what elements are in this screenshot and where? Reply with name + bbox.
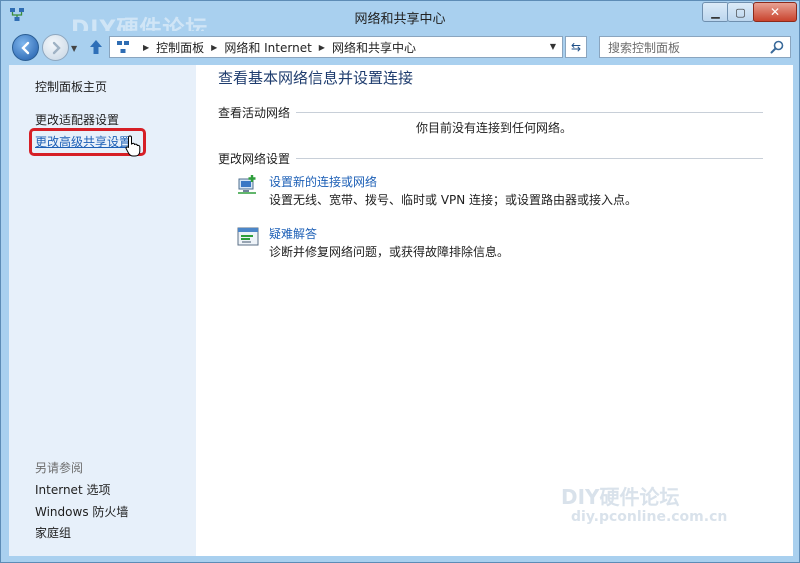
breadcrumb-network-sharing-center[interactable]: 网络和共享中心 (332, 39, 416, 56)
watermark-bottom: DIY硬件论坛 diy.pconline.com.cn (521, 477, 751, 537)
new-connection-icon (238, 175, 256, 194)
refresh-icon: ⇆ (570, 40, 582, 54)
breadcrumb-network-internet[interactable]: 网络和 Internet (224, 39, 311, 56)
hand-cursor-icon (125, 135, 141, 157)
see-also-heading: 另请参阅 (35, 461, 84, 475)
recent-pages-dropdown[interactable]: ▼ (71, 44, 77, 53)
back-arrow-icon (20, 41, 29, 54)
breadcrumb-control-panel[interactable]: 控制面板 (156, 39, 204, 56)
sidebar-item-control-panel-home[interactable]: 控制面板主页 (35, 78, 107, 95)
title-bar[interactable]: DIY硬件论坛 网络和共享中心 ▁ ▢ ✕ (1, 1, 799, 42)
new-connection-description: 设置无线、宽带、拨号、临时或 VPN 连接；或设置路由器或接入点。 (269, 193, 638, 207)
watermark-bottom-title: DIY硬件论坛 (561, 485, 680, 509)
divider (296, 112, 763, 113)
troubleshoot-icon (237, 227, 259, 246)
minimize-button[interactable]: ▁ (702, 2, 729, 22)
search-placeholder: 搜索控制面板 (608, 40, 681, 55)
divider (296, 158, 763, 159)
watermark-bottom-url: diy.pconline.com.cn (571, 509, 728, 525)
sidebar: 控制面板主页 更改适配器设置 更改高级共享设置 另请参阅 Internet 选项… (9, 65, 196, 556)
sidebar-item-change-adapter-settings[interactable]: 更改适配器设置 (35, 111, 119, 128)
sidebar-item-internet-options[interactable]: Internet 选项 (35, 481, 110, 498)
up-arrow-icon (90, 40, 102, 54)
refresh-button[interactable]: ⇆ (565, 36, 587, 58)
search-input[interactable]: 搜索控制面板 (599, 36, 791, 58)
back-button[interactable] (12, 34, 39, 61)
close-icon: ✕ (769, 5, 781, 19)
maximize-button[interactable]: ▢ (727, 2, 754, 22)
page-title: 查看基本网络信息并设置连接 (218, 69, 414, 87)
address-dropdown-icon[interactable]: ▼ (550, 42, 556, 51)
chevron-right-icon: ▶ (318, 42, 325, 52)
window: DIY硬件论坛 网络和共享中心 ▁ ▢ ✕ ▼ ▶ 控制面板 ▶ 网络和 Int… (0, 0, 800, 563)
sidebar-item-windows-firewall[interactable]: Windows 防火墙 (35, 503, 128, 520)
sidebar-item-homegroup[interactable]: 家庭组 (35, 524, 71, 541)
chevron-right-icon: ▶ (211, 42, 218, 52)
maximize-icon: ▢ (735, 5, 746, 19)
forward-button[interactable] (42, 34, 69, 61)
close-button[interactable]: ✕ (753, 2, 797, 22)
chevron-right-icon: ▶ (143, 42, 150, 52)
address-bar[interactable]: ▶ 控制面板 ▶ 网络和 Internet ▶ 网络和共享中心 ▼ (109, 36, 563, 58)
search-icon[interactable] (770, 40, 784, 54)
active-networks-heading: 查看活动网络 (218, 106, 291, 120)
new-connection-link[interactable]: 设置新的连接或网络 (269, 173, 377, 190)
forward-arrow-icon (52, 41, 61, 54)
change-settings-heading: 更改网络设置 (218, 152, 291, 166)
minimize-icon: ▁ (711, 5, 720, 19)
no-network-status: 你目前没有连接到任何网络。 (416, 121, 573, 135)
navigation-bar: ▼ ▶ 控制面板 ▶ 网络和 Internet ▶ 网络和共享中心 ▼ ⇆ 搜索… (1, 31, 799, 65)
main-panel: 查看基本网络信息并设置连接 查看活动网络 你目前没有连接到任何网络。 更改网络设… (196, 65, 793, 556)
troubleshoot-description: 诊断并修复网络问题，或获得故障排除信息。 (269, 245, 510, 259)
troubleshoot-link[interactable]: 疑难解答 (269, 225, 317, 242)
window-title: 网络和共享中心 (354, 12, 446, 27)
up-button[interactable] (87, 37, 105, 57)
change-settings-section: 更改网络设置 (218, 150, 763, 167)
control-panel-icon (117, 41, 129, 53)
